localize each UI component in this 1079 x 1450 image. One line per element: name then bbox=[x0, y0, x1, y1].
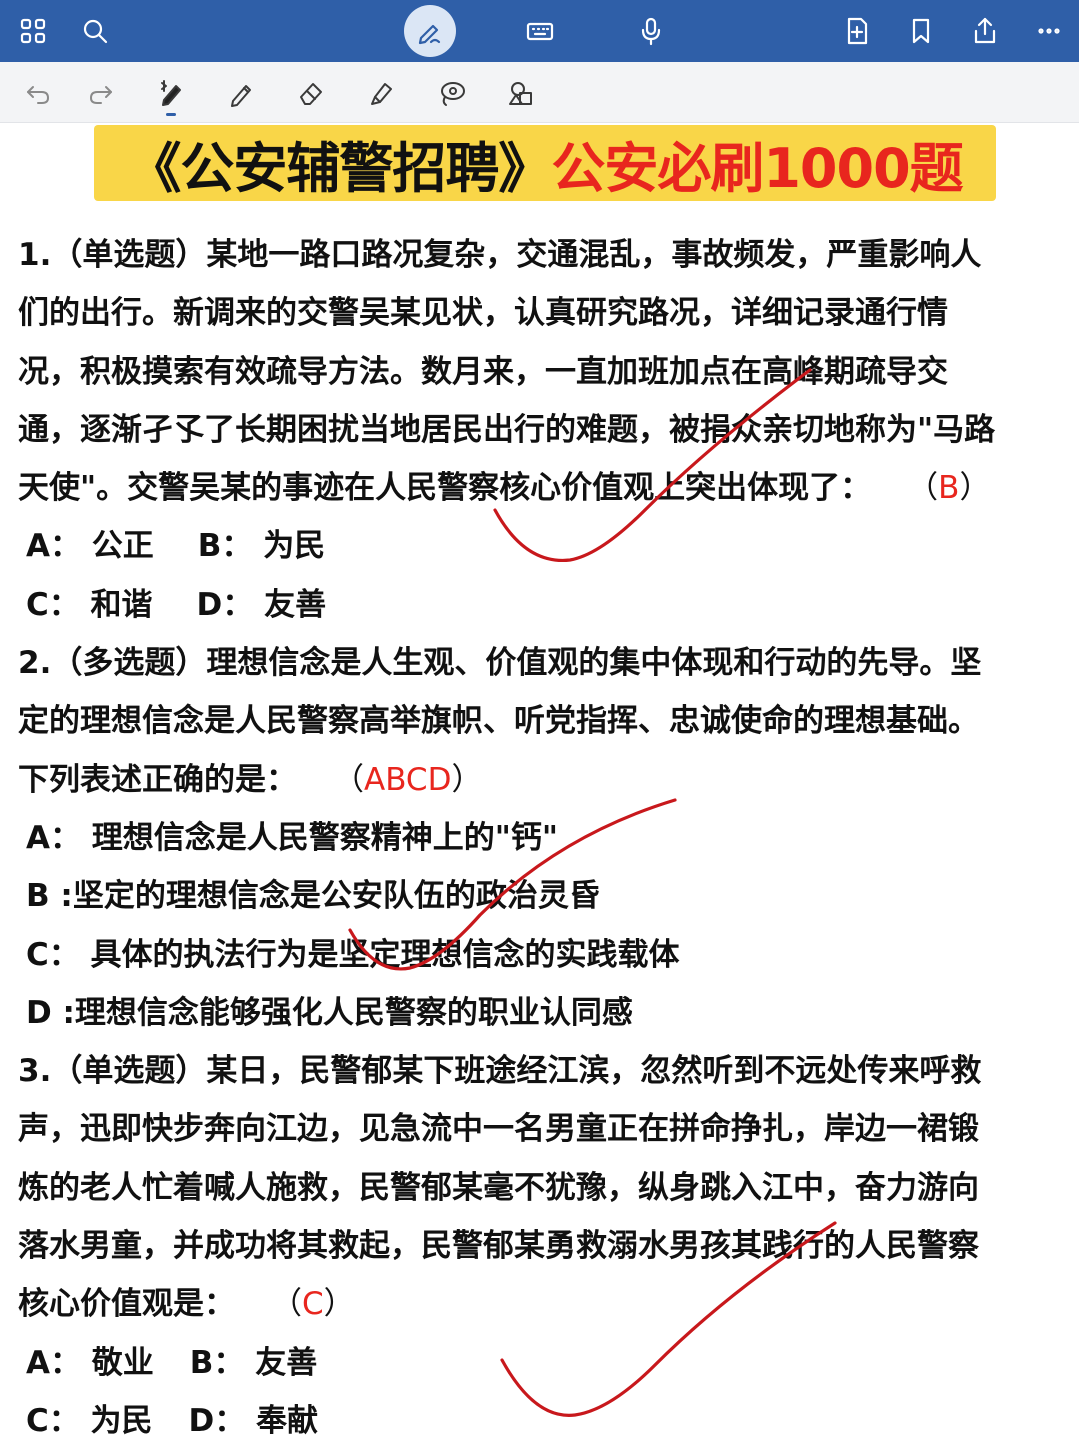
more-icon[interactable] bbox=[1026, 8, 1072, 54]
q3-line-2: 声，迅即快步奔向江边，见急流中一名男童正在拼命挣扎，岸边一裙锻 bbox=[18, 1111, 979, 1148]
undo-icon[interactable] bbox=[15, 70, 61, 116]
q1-option-a: A： 公正 bbox=[26, 528, 154, 565]
q3-options-row-1: A： 敬业 B： 友善 bbox=[18, 1334, 1068, 1392]
q1-line-4: 通，逐渐孑孓了长期困扰当地居民出行的难题，被捐众亲切地称为"马路 bbox=[18, 411, 996, 448]
q1-line-3: 况，积极摸索有效疏导方法。数月来，一直加班加点在高峰期疏导交 bbox=[18, 353, 948, 390]
q1-paren-close: ） bbox=[959, 470, 991, 507]
eraser-icon[interactable] bbox=[288, 70, 334, 116]
q2-paren-close: ） bbox=[451, 761, 483, 798]
q3-stem-end: 核心价值观是： bbox=[18, 1286, 235, 1323]
q2-answer: ABCD bbox=[364, 761, 452, 798]
q2-line-3: 下列表述正确的是： （ABCD） bbox=[18, 751, 1068, 809]
q3-paren-open: （ bbox=[271, 1286, 302, 1323]
q1-line-5: 天使"。交警吴某的事迹在人民警察核心价值观上突出体现了： （B） bbox=[18, 459, 1068, 517]
document-body: 1.（单选题）某地一路口路况复杂，交通混乱，事故频发，严重影响人 们的出行。新调… bbox=[18, 226, 1068, 1450]
highlighter-icon[interactable] bbox=[358, 70, 404, 116]
q3-options-row-2: C： 为民 D： 奉献 bbox=[18, 1392, 1068, 1450]
grid-icon[interactable] bbox=[10, 8, 56, 54]
q3-option-d: D： 奉献 bbox=[188, 1402, 319, 1439]
title-banner: 《公安辅警招聘》 公安必刷1000题 bbox=[94, 125, 996, 201]
q3-option-b: B： 友善 bbox=[189, 1344, 318, 1381]
shapes-icon[interactable] bbox=[498, 70, 544, 116]
q1-line-1: 1.（单选题）某地一路口路况复杂，交通混乱，事故频发，严重影响人 bbox=[18, 237, 982, 273]
q3-option-a: A： 敬业 bbox=[26, 1344, 154, 1381]
q2-option-b: B :坚定的理想信念是公安队伍的政治灵昏 bbox=[26, 878, 600, 915]
keyboard-icon[interactable] bbox=[517, 8, 563, 54]
microphone-icon[interactable] bbox=[628, 8, 674, 54]
q1-answer: B bbox=[938, 470, 960, 507]
top-toolbar bbox=[0, 0, 1079, 62]
q3-line-5: 核心价值观是： （C） bbox=[18, 1275, 1068, 1333]
q2-option-a: A： 理想信念是人民警察精神上的"钙" bbox=[26, 819, 559, 856]
bookmark-icon[interactable] bbox=[898, 8, 944, 54]
redo-icon[interactable] bbox=[78, 70, 124, 116]
share-icon[interactable] bbox=[962, 8, 1008, 54]
q3-paren-close: ） bbox=[323, 1286, 355, 1323]
q2-option-c: C： 具体的执法行为是坚定理想信念的实践载体 bbox=[26, 936, 680, 973]
drawing-toolbar bbox=[0, 62, 1079, 123]
pen-icon[interactable] bbox=[404, 5, 456, 57]
add-page-icon[interactable] bbox=[834, 8, 880, 54]
search-icon[interactable] bbox=[72, 8, 118, 54]
q1-options-row-2: C： 和谐 D： 友善 bbox=[18, 576, 1068, 634]
q1-stem-end: 天使"。交警吴某的事迹在人民警察核心价值观上突出体现了： bbox=[18, 470, 872, 507]
pencil-icon[interactable] bbox=[218, 70, 264, 116]
q1-paren-open: （ bbox=[907, 470, 939, 507]
bluetooth-pen-icon[interactable] bbox=[148, 70, 194, 116]
q1-option-c: C： 和谐 bbox=[26, 586, 153, 623]
lasso-icon[interactable] bbox=[429, 70, 475, 116]
q3-answer: C bbox=[302, 1286, 324, 1323]
banner-title: 《公安辅警招聘》 bbox=[127, 136, 552, 200]
q3-line-3: 炼的老人忙着喊人施救，民警郁某毫不犹豫，纵身跳入江中，奋力游向 bbox=[18, 1169, 979, 1206]
q2-option-d: D :理想信念能够强化人民警察的职业认同感 bbox=[26, 994, 633, 1031]
banner-subtitle: 公安必刷1000题 bbox=[551, 136, 963, 200]
q3-line-1: 3.（单选题）某日，民警郁某下班途经江滨，忽然听到不远处传来呼救 bbox=[18, 1053, 982, 1090]
q1-line-2: 们的出行。新调来的交警吴某见状，认真研究路况，详细记录通行情 bbox=[18, 295, 948, 332]
q3-option-c: C： 为民 bbox=[26, 1402, 153, 1439]
q2-stem-end: 下列表述正确的是： bbox=[18, 761, 297, 798]
q2-line-1: 2.（多选题）理想信念是人生观、价值观的集中体现和行动的先导。坚 bbox=[18, 645, 982, 682]
q1-option-b: B： 为民 bbox=[197, 528, 326, 565]
q3-line-4: 落水男童，并成功将其救起，民警郁某勇救溺水男孩其践行的人民警察 bbox=[18, 1228, 979, 1265]
q2-line-2: 定的理想信念是人民警察高举旗帜、听党指挥、忠诚使命的理想基础。 bbox=[18, 703, 979, 740]
q1-option-d: D： 友善 bbox=[196, 586, 327, 623]
q2-paren-open: （ bbox=[333, 761, 364, 798]
q1-options-row-1: A： 公正 B： 为民 bbox=[18, 517, 1068, 575]
